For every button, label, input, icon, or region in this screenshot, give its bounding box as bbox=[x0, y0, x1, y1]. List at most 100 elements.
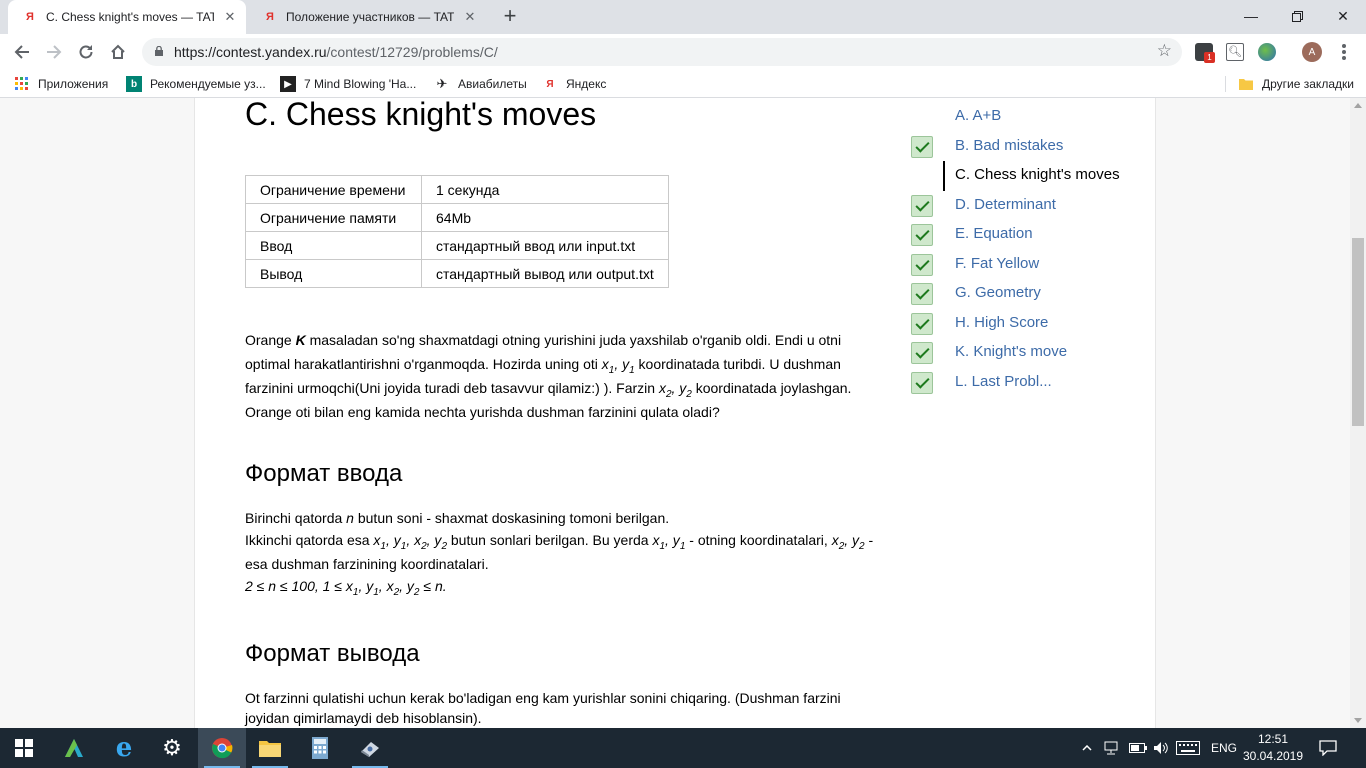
start-button[interactable] bbox=[0, 728, 48, 768]
bookmark-label: Приложения bbox=[38, 77, 109, 91]
bookmark-yandex[interactable]: Я Яндекс bbox=[542, 76, 606, 92]
show-hidden-icons[interactable] bbox=[1082, 728, 1092, 768]
forward-arrow-icon bbox=[47, 45, 62, 59]
tab-problem[interactable]: Я C. Chess knight's moves — TATU ✕ bbox=[8, 0, 246, 34]
bookmark-apps[interactable]: Приложения bbox=[14, 76, 108, 92]
home-button[interactable] bbox=[104, 38, 132, 66]
reload-button[interactable] bbox=[72, 38, 100, 66]
problem-link-l[interactable]: L. Last Probl... bbox=[911, 370, 1151, 396]
tab-title: C. Chess knight's moves — TATU bbox=[46, 10, 214, 24]
new-tab-button[interactable]: + bbox=[498, 4, 522, 28]
bookmark-video[interactable]: ▶ 7 Mind Blowing 'Ha... bbox=[280, 76, 416, 92]
clock-time: 12:51 bbox=[1257, 732, 1289, 746]
bookmark-flights[interactable]: ✈ Авиабилеты bbox=[434, 76, 527, 92]
problem-statement: Orange K masaladan so'ng shaxmatdagi otn… bbox=[245, 332, 852, 420]
other-bookmarks-label: Другие закладки bbox=[1262, 77, 1354, 91]
scroll-up-arrow-icon[interactable] bbox=[1354, 103, 1362, 108]
other-bookmarks[interactable]: Другие закладки bbox=[1238, 76, 1354, 92]
problem-link-label: D. Determinant bbox=[955, 196, 1056, 213]
profile-avatar[interactable]: A bbox=[1302, 42, 1322, 62]
limits-table: Ограничение времени 1 секунда Ограничение… bbox=[245, 175, 669, 288]
solved-check-icon bbox=[911, 313, 933, 335]
url-path: /contest/12729/problems/C/ bbox=[326, 44, 498, 60]
taskbar-file-explorer[interactable] bbox=[246, 728, 294, 768]
limit-value: стандартный ввод или input.txt bbox=[421, 231, 669, 260]
problem-link-c[interactable]: C. Chess knight's moves bbox=[911, 161, 1151, 191]
chrome-icon bbox=[212, 738, 233, 759]
problem-link-label: A. A+B bbox=[955, 107, 1002, 124]
limit-key: Ограничение времени bbox=[245, 175, 422, 204]
windows-taskbar: e ⚙ ENG 12:51 30.04.2019 bbox=[0, 728, 1366, 768]
problem-link-a[interactable]: A. A+B bbox=[911, 104, 1151, 130]
gear-icon: ⚙ bbox=[162, 735, 182, 760]
problem-link-label: K. Knight's move bbox=[955, 343, 1068, 360]
taskbar-settings[interactable]: ⚙ bbox=[148, 728, 196, 768]
windows-logo-icon bbox=[15, 739, 33, 757]
bookmarks-bar: Приложения b Рекомендуемые уз... ▶ 7 Min… bbox=[0, 70, 1366, 98]
output-format-text: Ot farzinni qulatishi uchun kerak bo'lad… bbox=[245, 690, 841, 726]
url-host: https://contest.yandex.ru bbox=[174, 44, 327, 60]
close-tab-icon[interactable]: ✕ bbox=[222, 9, 238, 25]
taskbar-calculator[interactable] bbox=[296, 728, 344, 768]
page-viewport: C. Chess knight's moves Ограничение врем… bbox=[0, 98, 1350, 728]
bookmark-recommended[interactable]: b Рекомендуемые уз... bbox=[126, 76, 266, 92]
chevron-up-icon bbox=[1082, 745, 1092, 751]
problem-link-label: G. Geometry bbox=[955, 284, 1041, 301]
forward-button[interactable] bbox=[40, 38, 68, 66]
browser-menu-button[interactable] bbox=[1336, 42, 1352, 62]
taskbar-app[interactable] bbox=[346, 728, 394, 768]
taskbar-clock[interactable]: 12:51 30.04.2019 bbox=[1240, 731, 1306, 765]
problem-link-d[interactable]: D. Determinant bbox=[911, 193, 1151, 219]
problem-page: C. Chess knight's moves Ограничение врем… bbox=[194, 98, 1156, 728]
scrollbar-thumb[interactable] bbox=[1352, 238, 1364, 426]
problem-link-b[interactable]: B. Bad mistakes bbox=[911, 134, 1151, 160]
reload-icon bbox=[79, 45, 93, 59]
limit-value: 64Mb bbox=[421, 203, 669, 232]
solved-check-icon bbox=[911, 224, 933, 246]
problem-link-label: H. High Score bbox=[955, 314, 1049, 331]
keyboard-icon[interactable] bbox=[1176, 728, 1200, 768]
problem-link-e[interactable]: E. Equation bbox=[911, 222, 1151, 248]
page-title: C. Chess knight's moves bbox=[245, 98, 597, 132]
page-scrollbar[interactable] bbox=[1350, 98, 1366, 728]
close-window-button[interactable]: ✕ bbox=[1320, 0, 1366, 32]
tab-standings[interactable]: Я Положение участников — TATU ✕ bbox=[248, 0, 486, 34]
bing-icon: b bbox=[126, 76, 142, 92]
taskbar-internet-explorer[interactable]: e bbox=[100, 728, 148, 768]
problem-link-k[interactable]: K. Knight's move bbox=[911, 340, 1151, 366]
video-icon: ▶ bbox=[280, 76, 296, 92]
taskbar-autodesk[interactable] bbox=[50, 728, 98, 768]
magnifier-extension-icon[interactable]: 🔍︎ bbox=[1226, 43, 1244, 61]
disk-utility-icon bbox=[361, 742, 379, 757]
extension-puzzle-icon[interactable]: 1 bbox=[1195, 43, 1215, 63]
input-format-heading: Формат ввода bbox=[245, 460, 403, 487]
problem-link-f[interactable]: F. Fat Yellow bbox=[911, 252, 1151, 278]
input-language[interactable]: ENG bbox=[1211, 728, 1237, 768]
battery-icon[interactable] bbox=[1129, 728, 1147, 768]
network-icon[interactable] bbox=[1103, 728, 1119, 768]
problem-link-h[interactable]: H. High Score bbox=[911, 311, 1151, 337]
volume-icon[interactable] bbox=[1153, 728, 1169, 768]
table-row: Ограничение времени 1 секунда bbox=[245, 175, 669, 204]
minimize-button[interactable]: — bbox=[1228, 0, 1274, 32]
extension-badge: 1 bbox=[1204, 52, 1215, 63]
current-problem-marker bbox=[943, 161, 945, 191]
autodesk-icon bbox=[65, 739, 83, 757]
action-center-icon[interactable] bbox=[1319, 728, 1337, 768]
close-tab-icon[interactable]: ✕ bbox=[462, 9, 478, 25]
bookmark-label: 7 Mind Blowing 'Ha... bbox=[304, 77, 417, 91]
calculator-icon bbox=[312, 737, 328, 759]
scroll-down-arrow-icon[interactable] bbox=[1354, 718, 1362, 723]
bookmark-star-icon[interactable]: ☆ bbox=[1157, 41, 1172, 61]
clock-date: 30.04.2019 bbox=[1242, 749, 1304, 763]
yandex-favicon-icon: Я bbox=[26, 11, 34, 23]
restore-button[interactable] bbox=[1274, 0, 1320, 32]
problem-link-g[interactable]: G. Geometry bbox=[911, 281, 1151, 307]
back-button[interactable] bbox=[8, 38, 36, 66]
taskbar-chrome[interactable] bbox=[198, 728, 246, 768]
globe-extension-icon[interactable] bbox=[1258, 43, 1276, 61]
solved-check-icon bbox=[911, 283, 933, 305]
table-row: Вывод стандартный вывод или output.txt bbox=[245, 259, 669, 288]
problem-link-label: F. Fat Yellow bbox=[955, 255, 1040, 272]
address-bar[interactable]: https://contest.yandex.ru/contest/12729/… bbox=[142, 38, 1182, 66]
